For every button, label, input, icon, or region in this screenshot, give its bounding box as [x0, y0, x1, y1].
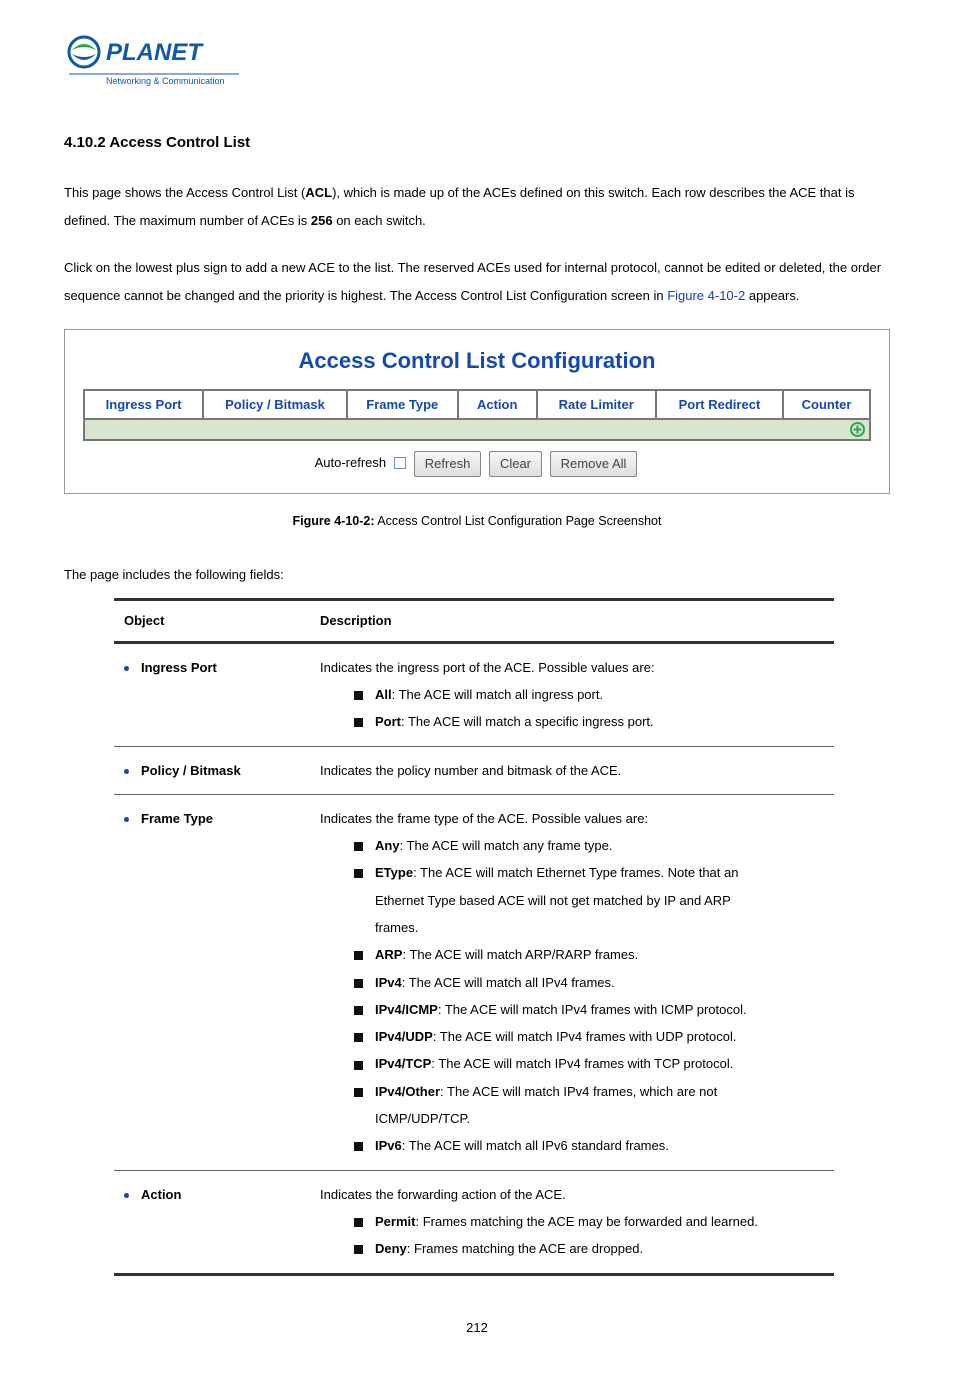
panel-title: Access Control List Configuration: [83, 344, 871, 377]
bullet-icon: [124, 666, 129, 671]
text: : Frames matching the ACE may be forward…: [415, 1214, 758, 1229]
row-action: Action Indicates the forwarding action o…: [114, 1170, 834, 1274]
acl-header-row: Ingress Port Policy / Bitmask Frame Type…: [83, 389, 871, 421]
text: Ethernet Type based ACE will not get mat…: [320, 887, 824, 914]
obj-frame-type: Frame Type: [141, 811, 213, 826]
acl-config-screenshot: Access Control List Configuration Ingres…: [64, 329, 890, 494]
col-action: Action: [459, 391, 538, 419]
panel-controls: Auto-refresh Refresh Clear Remove All: [83, 451, 871, 477]
text: : The ACE will match all IPv6 standard f…: [402, 1138, 669, 1153]
text: : The ACE will match Ethernet Type frame…: [413, 865, 738, 880]
col-policy-bitmask: Policy / Bitmask: [204, 391, 348, 419]
clear-button[interactable]: Clear: [489, 451, 542, 477]
col-counter: Counter: [784, 391, 869, 419]
row-policy-bitmask: Policy / Bitmask Indicates the policy nu…: [114, 746, 834, 794]
th-description: Description: [310, 600, 834, 643]
section-heading: 4.10.2 Access Control List: [64, 132, 890, 155]
val-etype: EType: [375, 865, 413, 880]
auto-refresh-checkbox[interactable]: [394, 457, 406, 469]
val-all: All: [375, 687, 392, 702]
square-icon: [354, 1088, 363, 1097]
paragraph-intro-2: Click on the lowest plus sign to add a n…: [64, 254, 890, 311]
val-arp: ARP: [375, 947, 402, 962]
square-icon: [354, 1061, 363, 1070]
square-icon: [354, 1218, 363, 1227]
val-ipv6: IPv6: [375, 1138, 402, 1153]
val-ipv4-tcp: IPv4/TCP: [375, 1056, 431, 1071]
fields-table: Object Description Ingress Port Indicate…: [114, 598, 834, 1275]
square-icon: [354, 1033, 363, 1042]
val-deny: Deny: [375, 1241, 407, 1256]
desc-frame: Indicates the frame type of the ACE. Pos…: [320, 811, 648, 826]
page-number: 212: [64, 1318, 890, 1338]
text: : Frames matching the ACE are dropped.: [407, 1241, 643, 1256]
desc-policy: Indicates the policy number and bitmask …: [320, 763, 621, 778]
square-icon: [354, 1006, 363, 1015]
square-icon: [354, 869, 363, 878]
svg-text:PLANET: PLANET: [106, 39, 204, 66]
val-ipv4: IPv4: [375, 975, 402, 990]
figure-caption: Figure 4-10-2: Access Control List Confi…: [64, 512, 890, 531]
col-ingress-port: Ingress Port: [85, 391, 204, 419]
add-ace-icon[interactable]: [850, 422, 865, 437]
square-icon: [354, 842, 363, 851]
col-port-redirect: Port Redirect: [657, 391, 784, 419]
obj-action: Action: [141, 1187, 181, 1202]
caption-text: Access Control List Configuration Page S…: [375, 514, 662, 528]
th-object: Object: [114, 600, 310, 643]
square-icon: [354, 718, 363, 727]
brand-logo: PLANET Networking & Communication: [64, 34, 890, 88]
bullet-icon: [124, 769, 129, 774]
text: : The ACE will match IPv4 frames with UD…: [433, 1029, 737, 1044]
val-ipv4-icmp: IPv4/ICMP: [375, 1002, 438, 1017]
val-port: Port: [375, 714, 401, 729]
refresh-button[interactable]: Refresh: [414, 451, 482, 477]
text: : The ACE will match IPv4 frames, which …: [440, 1084, 717, 1099]
remove-all-button[interactable]: Remove All: [550, 451, 638, 477]
val-permit: Permit: [375, 1214, 415, 1229]
text: : The ACE will match ARP/RARP frames.: [402, 947, 638, 962]
desc-ingress: Indicates the ingress port of the ACE. P…: [320, 660, 655, 675]
text: : The ACE will match any frame type.: [400, 838, 613, 853]
text: : The ACE will match IPv4 frames with IC…: [438, 1002, 747, 1017]
square-icon: [354, 951, 363, 960]
bullet-icon: [124, 1193, 129, 1198]
add-ace-row: [83, 420, 871, 441]
desc-action: Indicates the forwarding action of the A…: [320, 1187, 566, 1202]
col-frame-type: Frame Type: [348, 391, 459, 419]
fields-intro: The page includes the following fields:: [64, 565, 890, 585]
row-ingress-port: Ingress Port Indicates the ingress port …: [114, 642, 834, 746]
bullet-icon: [124, 817, 129, 822]
text: : The ACE will match IPv4 frames with TC…: [431, 1056, 733, 1071]
text: frames.: [320, 914, 824, 941]
square-icon: [354, 1142, 363, 1151]
acl-abbrev: ACL: [305, 185, 332, 200]
text: : The ACE will match all ingress port.: [392, 687, 603, 702]
square-icon: [354, 1245, 363, 1254]
obj-ingress-port: Ingress Port: [141, 660, 217, 675]
text: on each switch.: [333, 213, 426, 228]
row-frame-type: Frame Type Indicates the frame type of t…: [114, 794, 834, 1170]
svg-text:Networking & Communication: Networking & Communication: [106, 76, 225, 86]
caption-figure-no: Figure 4-10-2:: [293, 514, 375, 528]
obj-policy: Policy / Bitmask: [141, 763, 241, 778]
paragraph-intro-1: This page shows the Access Control List …: [64, 179, 890, 236]
val-any: Any: [375, 838, 400, 853]
val-ipv4-udp: IPv4/UDP: [375, 1029, 433, 1044]
text: appears.: [745, 288, 799, 303]
text: : The ACE will match a specific ingress …: [401, 714, 654, 729]
val-ipv4-other: IPv4/Other: [375, 1084, 440, 1099]
max-aces: 256: [311, 213, 333, 228]
col-rate-limiter: Rate Limiter: [538, 391, 657, 419]
text: : The ACE will match all IPv4 frames.: [402, 975, 615, 990]
square-icon: [354, 691, 363, 700]
figure-link[interactable]: Figure 4-10-2: [667, 288, 745, 303]
auto-refresh-label: Auto-refresh: [315, 456, 387, 471]
text: ICMP/UDP/TCP.: [320, 1105, 824, 1132]
square-icon: [354, 979, 363, 988]
text: This page shows the Access Control List …: [64, 185, 305, 200]
